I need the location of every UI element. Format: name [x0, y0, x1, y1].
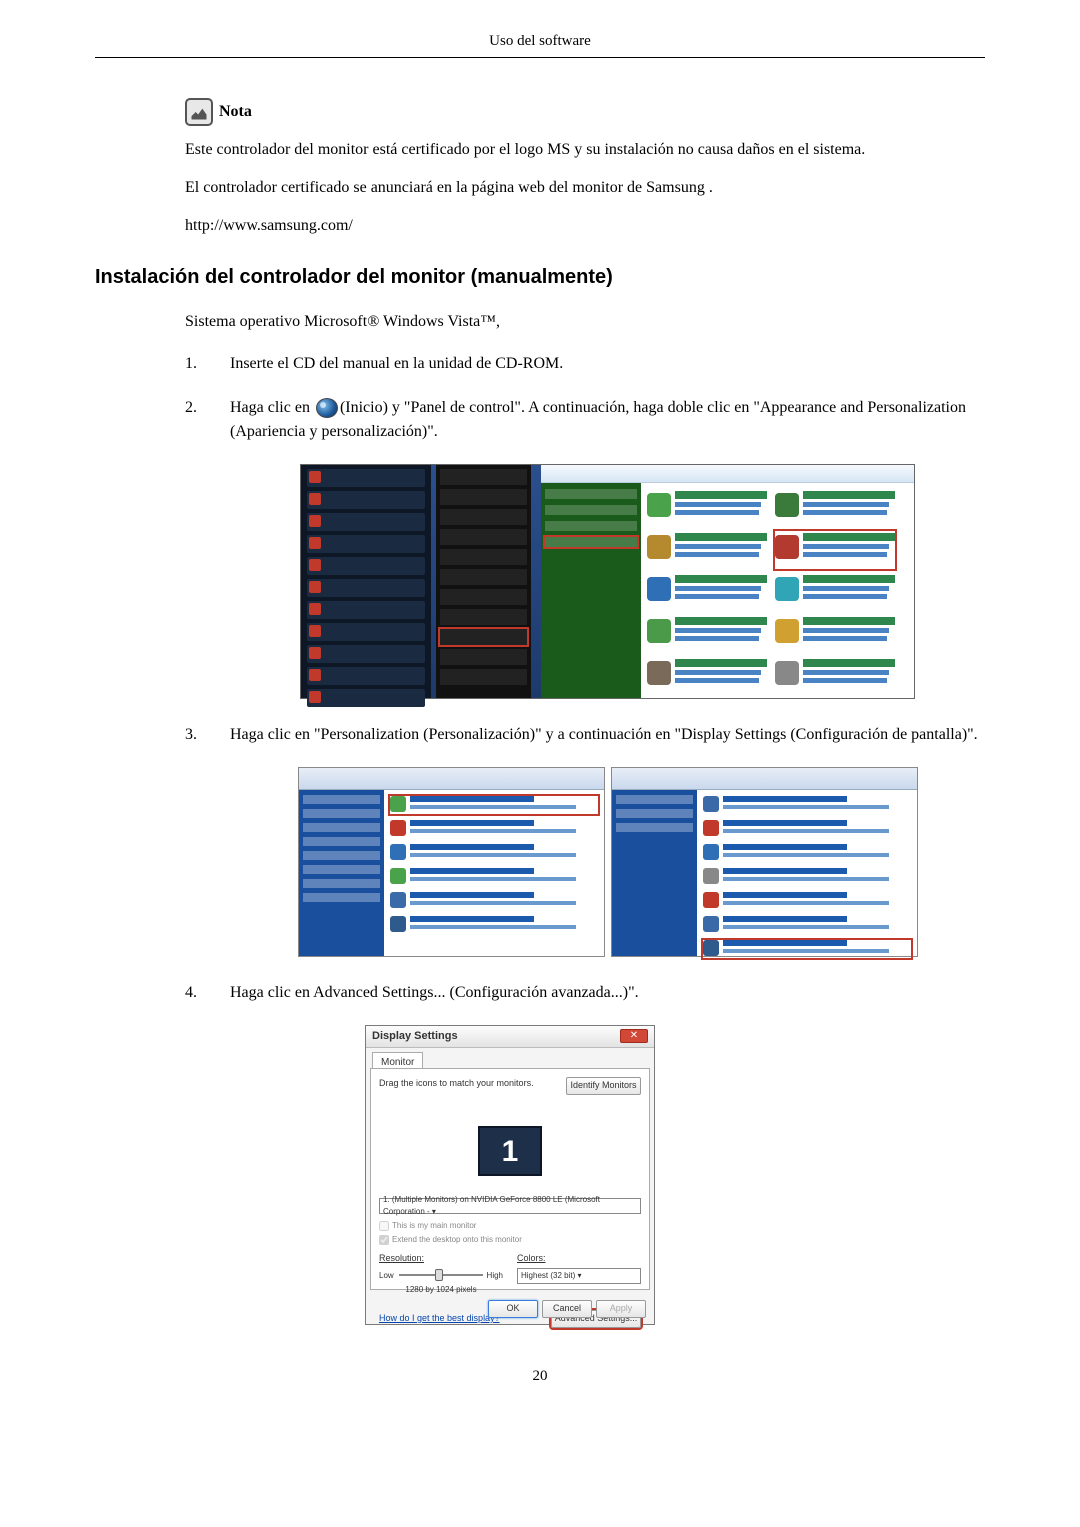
monitor-preview-area: 1: [420, 1116, 600, 1186]
personalization-panel: [611, 767, 918, 957]
step-1-text: Inserte el CD del manual en la unidad de…: [230, 355, 563, 372]
step-2-text-a: Haga clic en: [230, 399, 314, 416]
step-2-text-b: (Inicio) y "Panel de control". A continu…: [230, 399, 966, 440]
close-icon[interactable]: ✕: [620, 1029, 648, 1043]
main-monitor-checkbox[interactable]: This is my main monitor: [379, 1220, 641, 1232]
step-4-text: Haga clic en Advanced Settings... (Confi…: [230, 984, 639, 1001]
apply-button[interactable]: Apply: [596, 1300, 646, 1318]
start-orb-icon: [316, 398, 338, 418]
recent-task-highlight: [545, 537, 637, 547]
note-url: http://www.samsung.com/: [185, 214, 985, 238]
note-icon: [185, 98, 213, 126]
note-block: Nota Este controlador del monitor está c…: [185, 98, 985, 238]
monitor-select[interactable]: 1. (Multiple Monitors) on NVIDIA GeForce…: [379, 1198, 641, 1214]
dialog-body: Drag the icons to match your monitors. I…: [370, 1068, 650, 1290]
appearance-personalization-category: [775, 531, 895, 569]
screenshot-personalization: [298, 767, 918, 957]
note-p2: El controlador certificado se anunciará …: [185, 176, 985, 200]
colors-select[interactable]: Highest (32 bit) ▾: [517, 1268, 641, 1284]
dialog-titlebar: Display Settings ✕: [366, 1026, 654, 1048]
steps-list: Inserte el CD del manual en la unidad de…: [185, 352, 985, 1325]
start-menu-left: [301, 465, 431, 698]
note-label: Nota: [219, 100, 252, 124]
display-settings-item: [703, 940, 911, 958]
step-4: Haga clic en Advanced Settings... (Confi…: [185, 981, 985, 1325]
slider-high: High: [487, 1270, 503, 1282]
screenshot-display-settings: Display Settings ✕ Monitor Drag the icon…: [365, 1025, 655, 1325]
screenshot-start-control-panel: [300, 464, 915, 699]
control-panel-window: [541, 465, 914, 698]
monitor-1-preview[interactable]: 1: [478, 1126, 542, 1176]
step-2: Haga clic en (Inicio) y "Panel de contro…: [185, 396, 985, 699]
identify-monitors-button[interactable]: Identify Monitors: [566, 1077, 641, 1095]
start-menu-right: [436, 465, 531, 698]
dialog-title: Display Settings: [372, 1028, 458, 1045]
control-panel-item: [440, 629, 527, 645]
appearance-panel: [298, 767, 605, 957]
resolution-slider[interactable]: Low High: [379, 1268, 503, 1282]
ok-button[interactable]: OK: [488, 1300, 538, 1318]
extend-desktop-checkbox[interactable]: Extend the desktop onto this monitor: [379, 1234, 641, 1246]
resolution-value: 1280 by 1024 pixels: [379, 1284, 503, 1296]
slider-low: Low: [379, 1270, 394, 1282]
help-link[interactable]: How do I get the best display?: [379, 1312, 500, 1326]
colors-label: Colors:: [517, 1252, 641, 1266]
page-header: Uso del software: [95, 30, 985, 53]
step-3-text: Haga clic en "Personalization (Personali…: [230, 726, 978, 743]
cancel-button[interactable]: Cancel: [542, 1300, 592, 1318]
note-heading: Nota: [185, 98, 985, 126]
resolution-label: Resolution:: [379, 1252, 503, 1266]
note-p1: Este controlador del monitor está certif…: [185, 138, 985, 162]
section-heading: Instalación del controlador del monitor …: [95, 262, 985, 292]
section-intro: Sistema operativo Microsoft® Windows Vis…: [185, 310, 985, 334]
step-3: Haga clic en "Personalization (Personali…: [185, 723, 985, 957]
personalization-item: [390, 796, 598, 814]
dialog-buttons: OK Cancel Apply: [488, 1300, 646, 1318]
step-1: Inserte el CD del manual en la unidad de…: [185, 352, 985, 376]
page-number: 20: [95, 1365, 985, 1388]
header-rule: [95, 57, 985, 58]
